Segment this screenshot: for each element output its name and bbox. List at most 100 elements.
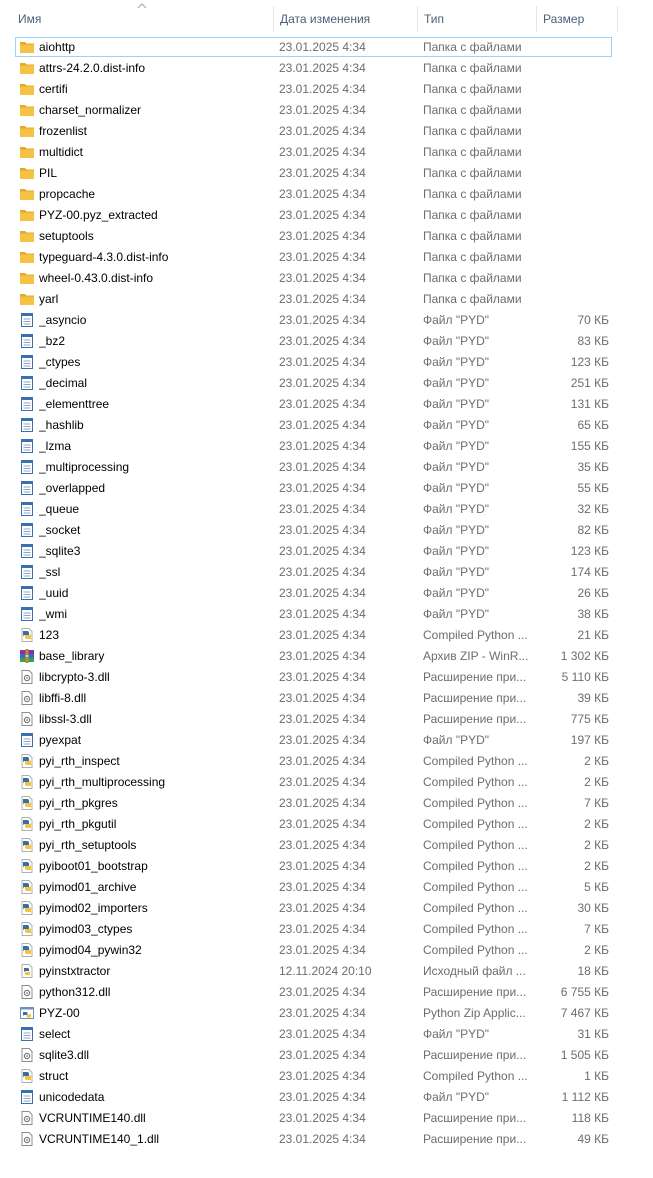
file-row[interactable]: libssl-3.dll 23.01.2025 4:34 Расширение … xyxy=(0,709,653,730)
file-row[interactable]: PIL 23.01.2025 4:34 Папка с файлами xyxy=(0,163,653,184)
file-row[interactable]: attrs-24.2.0.dist-info 23.01.2025 4:34 П… xyxy=(0,58,653,79)
file-row[interactable]: _ssl 23.01.2025 4:34 Файл "PYD" 174 КБ xyxy=(0,562,653,583)
file-type: Папка с файлами xyxy=(423,145,522,159)
file-row[interactable]: _queue 23.01.2025 4:34 Файл "PYD" 32 КБ xyxy=(0,499,653,520)
file-type: Compiled Python ... xyxy=(423,880,528,894)
file-row[interactable]: _elementtree 23.01.2025 4:34 Файл "PYD" … xyxy=(0,394,653,415)
file-type: Файл "PYD" xyxy=(423,565,490,579)
file-row[interactable]: pyi_rth_pkgres 23.01.2025 4:34 Compiled … xyxy=(0,793,653,814)
folder-icon xyxy=(19,291,35,307)
file-size xyxy=(540,226,609,247)
file-row[interactable]: VCRUNTIME140_1.dll 23.01.2025 4:34 Расши… xyxy=(0,1129,653,1150)
file-date: 23.01.2025 4:34 xyxy=(279,1027,366,1041)
pyd-file-icon xyxy=(19,732,35,748)
file-name: aiohttp xyxy=(39,40,76,54)
file-row[interactable]: _asyncio 23.01.2025 4:34 Файл "PYD" 70 К… xyxy=(0,310,653,331)
file-row[interactable]: frozenlist 23.01.2025 4:34 Папка с файла… xyxy=(0,121,653,142)
file-row[interactable]: multidict 23.01.2025 4:34 Папка с файлам… xyxy=(0,142,653,163)
dll-file-icon xyxy=(19,669,35,685)
file-row[interactable]: typeguard-4.3.0.dist-info 23.01.2025 4:3… xyxy=(0,247,653,268)
file-row[interactable]: base_library 23.01.2025 4:34 Архив ZIP -… xyxy=(0,646,653,667)
file-name: multidict xyxy=(39,145,84,159)
file-size: 65 КБ xyxy=(577,418,609,432)
file-row[interactable]: select 23.01.2025 4:34 Файл "PYD" 31 КБ xyxy=(0,1024,653,1045)
file-type: Файл "PYD" xyxy=(423,418,490,432)
file-row[interactable]: struct 23.01.2025 4:34 Compiled Python .… xyxy=(0,1066,653,1087)
file-row[interactable]: _overlapped 23.01.2025 4:34 Файл "PYD" 5… xyxy=(0,478,653,499)
file-name: 123 xyxy=(39,628,60,642)
file-size xyxy=(540,268,609,289)
file-type: Папка с файлами xyxy=(423,187,522,201)
file-row[interactable]: _ctypes 23.01.2025 4:34 Файл "PYD" 123 К… xyxy=(0,352,653,373)
file-row[interactable]: charset_normalizer 23.01.2025 4:34 Папка… xyxy=(0,100,653,121)
folder-icon xyxy=(19,207,35,223)
file-name: select xyxy=(39,1027,71,1041)
file-row[interactable]: yarl 23.01.2025 4:34 Папка с файлами xyxy=(0,289,653,310)
file-name: _wmi xyxy=(39,607,68,621)
file-row[interactable]: pyi_rth_multiprocessing 23.01.2025 4:34 … xyxy=(0,772,653,793)
file-row[interactable]: sqlite3.dll 23.01.2025 4:34 Расширение п… xyxy=(0,1045,653,1066)
file-row[interactable]: _socket 23.01.2025 4:34 Файл "PYD" 82 КБ xyxy=(0,520,653,541)
column-header-size[interactable]: Размер xyxy=(536,6,617,32)
file-type: Файл "PYD" xyxy=(423,481,490,495)
file-row[interactable]: _uuid 23.01.2025 4:34 Файл "PYD" 26 КБ xyxy=(0,583,653,604)
file-size xyxy=(540,247,609,268)
file-row[interactable]: libffi-8.dll 23.01.2025 4:34 Расширение … xyxy=(0,688,653,709)
file-row[interactable]: _decimal 23.01.2025 4:34 Файл "PYD" 251 … xyxy=(0,373,653,394)
file-row[interactable]: wheel-0.43.0.dist-info 23.01.2025 4:34 П… xyxy=(0,268,653,289)
file-row[interactable]: unicodedata 23.01.2025 4:34 Файл "PYD" 1… xyxy=(0,1087,653,1108)
file-row[interactable]: _lzma 23.01.2025 4:34 Файл "PYD" 155 КБ xyxy=(0,436,653,457)
pyd-file-icon xyxy=(19,522,35,538)
file-row[interactable]: propcache 23.01.2025 4:34 Папка с файлам… xyxy=(0,184,653,205)
file-row[interactable]: certifi 23.01.2025 4:34 Папка с файлами xyxy=(0,79,653,100)
file-type: Расширение при... xyxy=(423,1111,527,1125)
file-row[interactable]: _hashlib 23.01.2025 4:34 Файл "PYD" 65 К… xyxy=(0,415,653,436)
file-row[interactable]: 123 23.01.2025 4:34 Compiled Python ... … xyxy=(0,625,653,646)
file-row[interactable]: libcrypto-3.dll 23.01.2025 4:34 Расширен… xyxy=(0,667,653,688)
file-row[interactable]: pyinstxtractor 12.11.2024 20:10 Исходный… xyxy=(0,961,653,982)
file-type: Compiled Python ... xyxy=(423,796,528,810)
file-row[interactable]: pyi_rth_pkgutil 23.01.2025 4:34 Compiled… xyxy=(0,814,653,835)
file-row[interactable]: pyi_rth_setuptools 23.01.2025 4:34 Compi… xyxy=(0,835,653,856)
file-row[interactable]: VCRUNTIME140.dll 23.01.2025 4:34 Расшире… xyxy=(0,1108,653,1129)
file-type: Расширение при... xyxy=(423,670,527,684)
file-row[interactable]: python312.dll 23.01.2025 4:34 Расширение… xyxy=(0,982,653,1003)
file-row[interactable]: _sqlite3 23.01.2025 4:34 Файл "PYD" 123 … xyxy=(0,541,653,562)
pyd-file-icon xyxy=(19,396,35,412)
file-name: _elementtree xyxy=(39,397,110,411)
file-row[interactable]: _bz2 23.01.2025 4:34 Файл "PYD" 83 КБ xyxy=(0,331,653,352)
file-date: 23.01.2025 4:34 xyxy=(279,1132,366,1146)
file-row[interactable]: pyimod02_importers 23.01.2025 4:34 Compi… xyxy=(0,898,653,919)
file-row[interactable]: PYZ-00 23.01.2025 4:34 Python Zip Applic… xyxy=(0,1003,653,1024)
file-row[interactable]: pyiboot01_bootstrap 23.01.2025 4:34 Comp… xyxy=(0,856,653,877)
file-row[interactable]: pyimod03_ctypes 23.01.2025 4:34 Compiled… xyxy=(0,919,653,940)
file-row[interactable]: aiohttp 23.01.2025 4:34 Папка с файлами xyxy=(0,37,653,58)
column-header-name[interactable]: Имя xyxy=(12,6,272,32)
pyd-file-icon xyxy=(19,459,35,475)
column-header-type[interactable]: Тип xyxy=(417,6,535,32)
file-row[interactable]: pyi_rth_inspect 23.01.2025 4:34 Compiled… xyxy=(0,751,653,772)
pyd-file-icon xyxy=(19,312,35,328)
file-row[interactable]: PYZ-00.pyz_extracted 23.01.2025 4:34 Пап… xyxy=(0,205,653,226)
file-date: 23.01.2025 4:34 xyxy=(279,859,366,873)
file-row[interactable]: pyimod04_pywin32 23.01.2025 4:34 Compile… xyxy=(0,940,653,961)
file-size: 83 КБ xyxy=(577,334,609,348)
column-header-date[interactable]: Дата изменения xyxy=(273,6,416,32)
file-name: sqlite3.dll xyxy=(39,1048,90,1062)
file-date: 23.01.2025 4:34 xyxy=(279,607,366,621)
file-row[interactable]: _wmi 23.01.2025 4:34 Файл "PYD" 38 КБ xyxy=(0,604,653,625)
file-size: 131 КБ xyxy=(570,397,609,411)
file-row[interactable]: _multiprocessing 23.01.2025 4:34 Файл "P… xyxy=(0,457,653,478)
python-compiled-icon xyxy=(19,837,35,853)
file-date: 23.01.2025 4:34 xyxy=(279,439,366,453)
file-row[interactable]: pyimod01_archive 23.01.2025 4:34 Compile… xyxy=(0,877,653,898)
file-name: _lzma xyxy=(39,439,72,453)
file-row[interactable]: pyexpat 23.01.2025 4:34 Файл "PYD" 197 К… xyxy=(0,730,653,751)
file-type: Файл "PYD" xyxy=(423,607,490,621)
file-size: 1 505 КБ xyxy=(560,1048,609,1062)
file-date: 23.01.2025 4:34 xyxy=(279,775,366,789)
file-name: pyimod02_importers xyxy=(39,901,148,915)
file-row[interactable]: setuptools 23.01.2025 4:34 Папка с файла… xyxy=(0,226,653,247)
file-date: 23.01.2025 4:34 xyxy=(279,124,366,138)
file-name: PIL xyxy=(39,166,58,180)
